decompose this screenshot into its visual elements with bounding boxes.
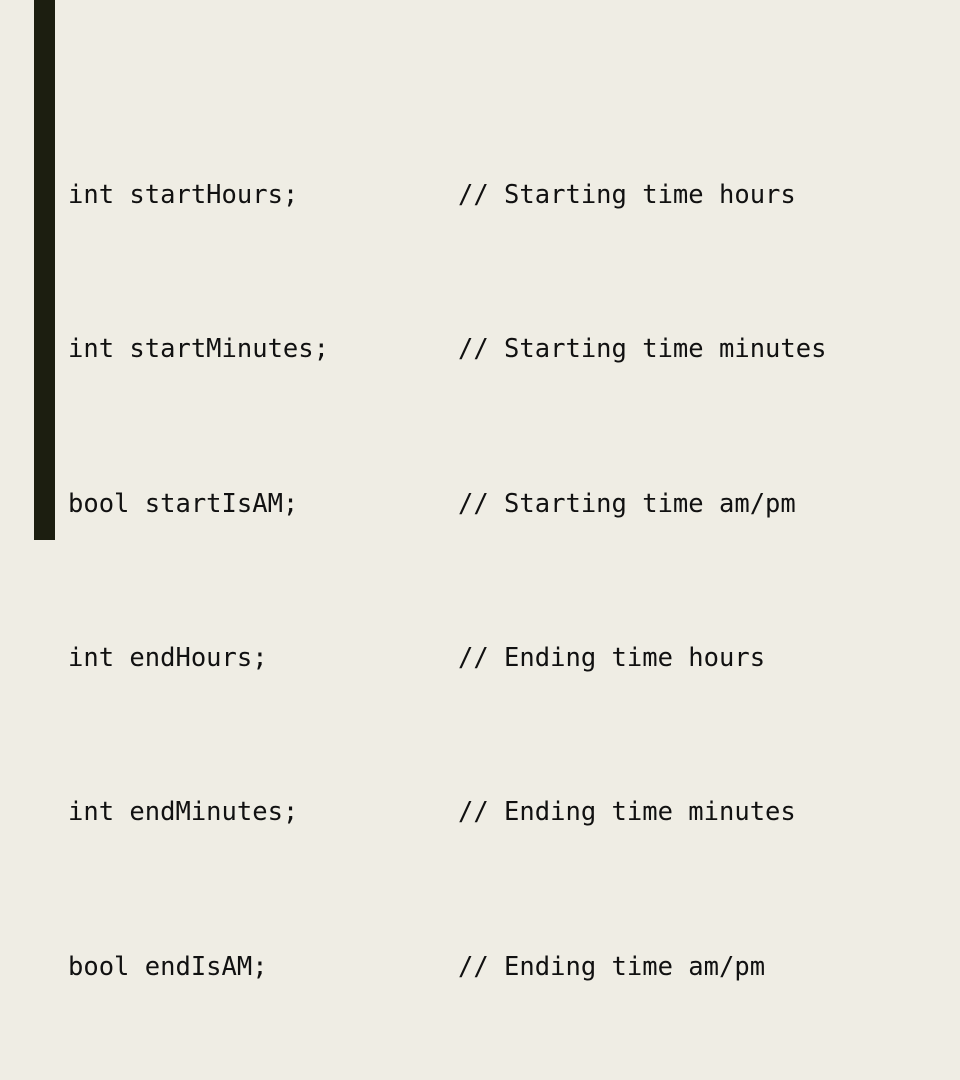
declaration-text: int endMinutes;: [68, 797, 299, 828]
code-line-declaration: int startMinutes; // Starting time minute…: [68, 330, 948, 369]
declaration-comment: // Starting time hours: [458, 179, 796, 210]
code-block: int startHours; // Starting time hours in…: [68, 60, 948, 1080]
declaration-text: bool startIsAM;: [68, 488, 299, 519]
code-line-declaration: int endMinutes; // Ending time minutes: [68, 793, 948, 832]
declaration-comment: // Ending time hours: [458, 642, 766, 673]
declaration-text: int startMinutes;: [68, 334, 329, 365]
declaration-comment: // Ending time am/pm: [458, 951, 766, 982]
code-line-declaration: int startHours; // Starting time hours: [68, 176, 948, 215]
code-line-declaration: bool endIsAM; // Ending time am/pm: [68, 948, 948, 987]
code-slide: int startHours; // Starting time hours in…: [0, 0, 960, 982]
declaration-comment: // Starting time am/pm: [458, 488, 796, 519]
declaration-comment: // Ending time minutes: [458, 797, 796, 828]
declaration-comment: // Starting time minutes: [458, 334, 827, 365]
left-accent-bar: [34, 0, 55, 540]
declaration-text: int endHours;: [68, 642, 268, 673]
declaration-text: bool endIsAM;: [68, 951, 268, 982]
declaration-text: int startHours;: [68, 179, 299, 210]
code-line-declaration: bool startIsAM; // Starting time am/pm: [68, 485, 948, 524]
code-line-declaration: int endHours; // Ending time hours: [68, 639, 948, 678]
